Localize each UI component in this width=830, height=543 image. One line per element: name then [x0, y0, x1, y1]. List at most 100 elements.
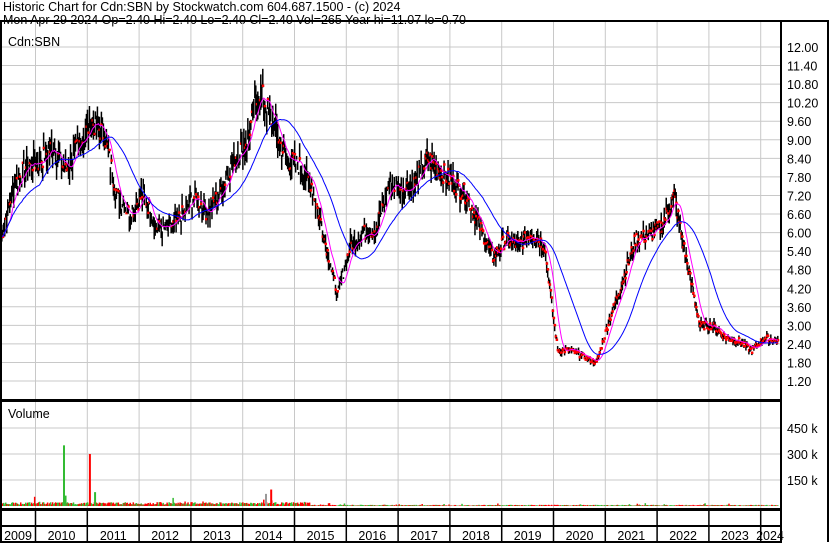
close-marker	[642, 229, 645, 233]
close-marker	[333, 276, 337, 280]
close-marker	[697, 314, 700, 318]
close-marker	[492, 259, 496, 262]
close-marker	[228, 175, 232, 179]
close-marker	[41, 165, 45, 169]
close-marker	[651, 237, 654, 241]
close-marker	[552, 316, 556, 320]
close-marker	[609, 318, 612, 321]
close-marker	[637, 238, 640, 241]
volume-panel-frame	[0, 400, 782, 510]
close-marker	[108, 148, 111, 152]
year-label: 2022	[669, 529, 697, 543]
close-marker	[550, 296, 554, 299]
close-marker	[683, 242, 686, 245]
year-label: 2014	[255, 529, 283, 543]
close-marker	[686, 262, 689, 265]
close-marker	[348, 250, 351, 253]
close-marker	[625, 271, 628, 274]
close-marker	[205, 217, 208, 221]
close-marker	[316, 206, 320, 210]
close-marker	[181, 205, 184, 208]
close-marker	[31, 168, 35, 172]
price-tick-label: 4.20	[787, 282, 811, 296]
year-label: 2021	[617, 529, 645, 543]
close-marker	[693, 294, 696, 298]
close-marker	[441, 175, 444, 179]
price-marks	[0, 68, 780, 367]
close-marker	[463, 182, 466, 186]
year-label: 2018	[462, 529, 490, 543]
close-marker	[750, 351, 754, 355]
close-marker	[64, 163, 68, 166]
close-marker	[688, 268, 691, 272]
close-marker	[249, 120, 253, 124]
close-marker	[622, 280, 625, 283]
year-label: 2017	[410, 529, 438, 543]
close-marker	[501, 235, 505, 239]
close-marker	[263, 104, 267, 108]
close-marker	[87, 131, 90, 134]
price-tick-label: 8.40	[787, 152, 811, 166]
volume-tick-label: 450 k	[787, 422, 818, 436]
close-marker	[691, 282, 694, 286]
close-marker	[548, 283, 552, 286]
close-marker	[315, 203, 319, 206]
close-marker	[195, 193, 198, 196]
close-marker	[223, 183, 227, 187]
price-tick-label: 1.80	[787, 356, 811, 370]
close-marker	[677, 209, 680, 213]
grid	[1, 21, 781, 509]
close-marker	[720, 332, 723, 335]
close-marker	[766, 334, 770, 337]
price-tick-label: 2.40	[787, 338, 811, 352]
close-marker	[563, 350, 567, 354]
close-marker	[553, 323, 557, 327]
close-marker	[319, 218, 323, 221]
close-marker	[298, 157, 302, 160]
year-label: 2013	[203, 529, 231, 543]
close-marker	[279, 141, 283, 145]
close-marker	[737, 336, 741, 340]
price-tick-label: 4.80	[787, 264, 811, 278]
close-marker	[324, 242, 328, 246]
close-marker	[470, 206, 474, 210]
close-marker	[211, 196, 215, 200]
close-marker	[326, 249, 330, 252]
close-marker	[549, 289, 553, 292]
close-marker	[640, 234, 643, 237]
close-marker	[603, 337, 606, 340]
close-marker	[632, 249, 635, 252]
close-marker	[670, 205, 673, 208]
close-marker	[457, 179, 460, 182]
year-label: 2009	[4, 529, 32, 543]
close-marker	[147, 211, 150, 215]
close-marker	[18, 175, 22, 178]
price-tick-label: 10.20	[787, 97, 818, 111]
close-marker	[523, 231, 527, 234]
close-marker	[695, 305, 698, 309]
close-marker	[281, 151, 285, 154]
close-marker	[544, 250, 548, 254]
close-marker	[363, 224, 366, 228]
close-marker	[214, 191, 218, 195]
price-tick-label: 7.20	[787, 189, 811, 203]
close-marker	[104, 145, 107, 148]
price-volume-chart: 12.00 11.40 10.80 10.20 9.60 9.00 8.40 7.80 7.20…	[0, 20, 829, 543]
close-marker	[455, 193, 458, 196]
close-marker	[506, 231, 510, 235]
close-marker	[472, 211, 476, 214]
close-marker	[551, 309, 555, 313]
close-marker	[635, 232, 638, 236]
close-marker	[560, 351, 564, 354]
close-marker	[607, 323, 610, 327]
volume-tick-label: 150 k	[787, 474, 818, 488]
close-marker	[110, 159, 113, 162]
price-tick-label: 6.60	[787, 208, 811, 222]
axes: 12.00 11.40 10.80 10.20 9.60 9.00 8.40 7.80 7.20…	[4, 41, 818, 543]
year-label: 2023	[721, 529, 749, 543]
year-label: 2015	[307, 529, 335, 543]
close-marker	[141, 195, 144, 199]
year-label: 2011	[100, 529, 127, 543]
close-marker	[602, 340, 605, 343]
close-marker	[193, 196, 196, 199]
